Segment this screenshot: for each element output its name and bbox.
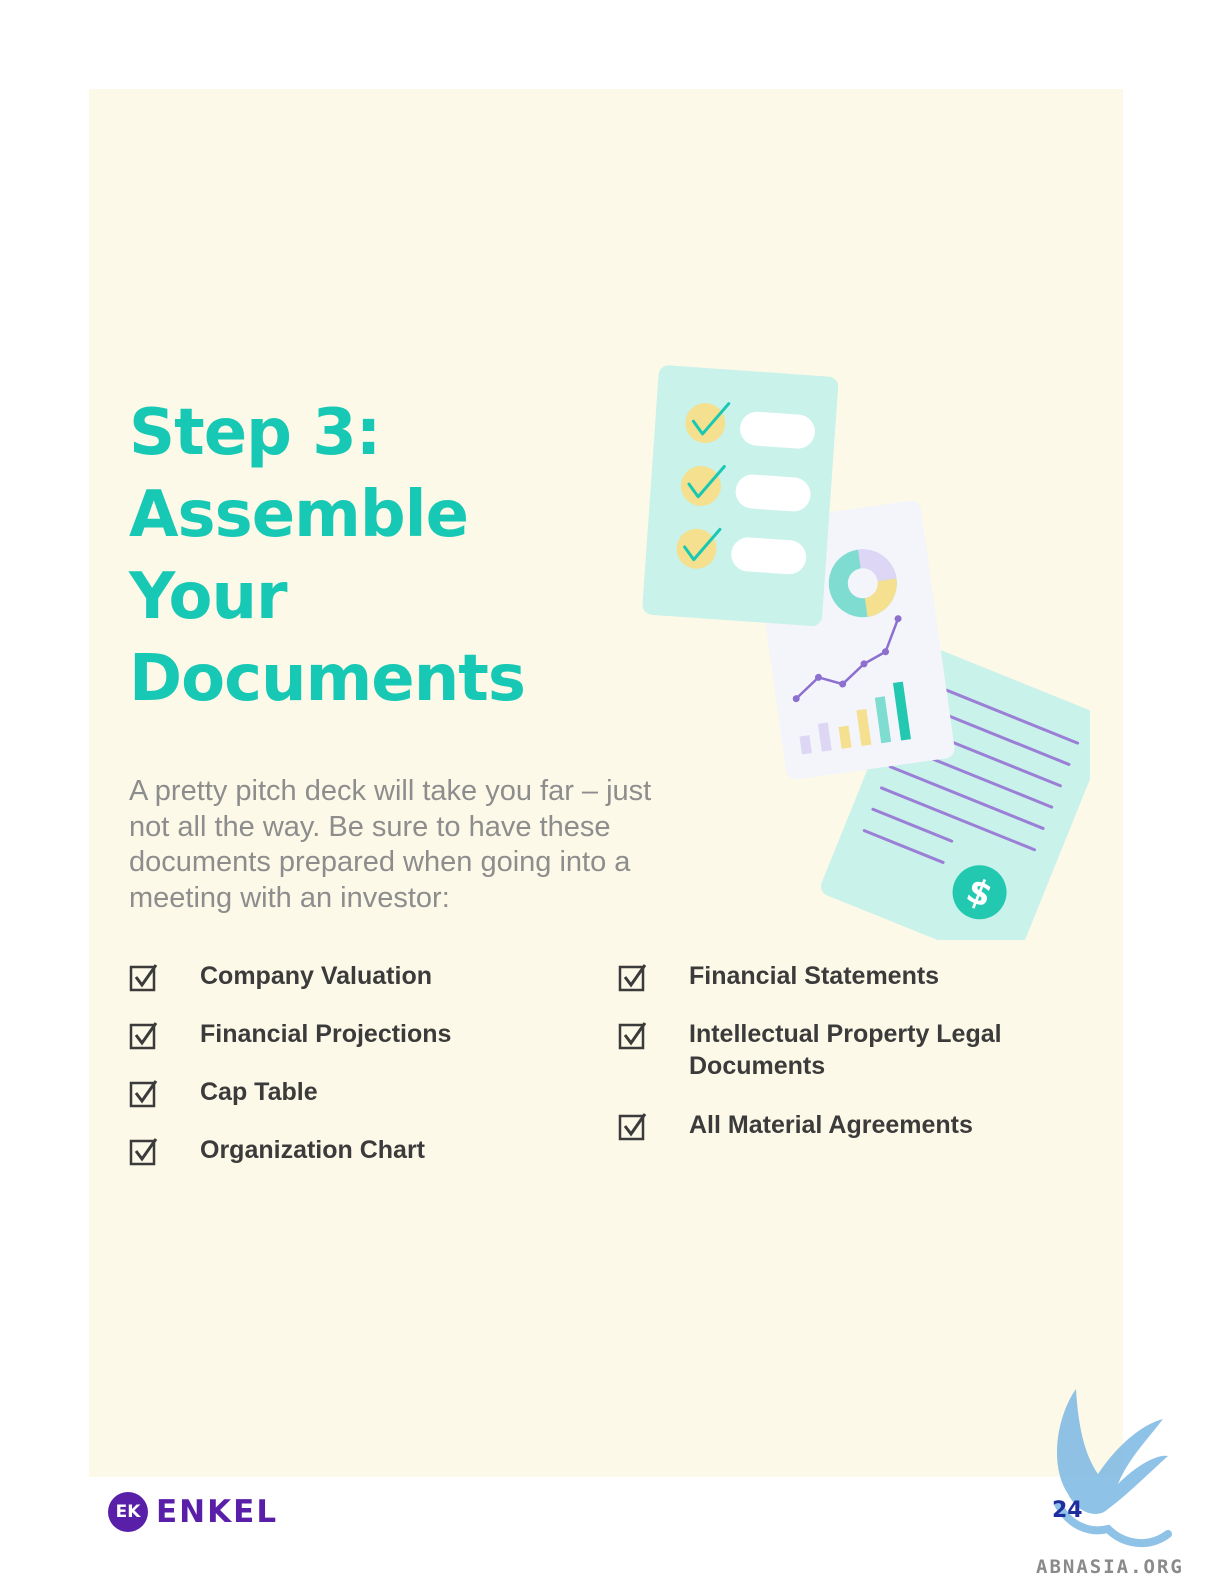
checklist-label: Company Valuation — [200, 962, 432, 990]
checklist-label: Financial Projections — [200, 1020, 452, 1048]
checklist-item: Cap Table — [129, 1076, 569, 1108]
logo-mark: EK — [108, 1492, 148, 1532]
documents-illustration: $ — [642, 365, 1090, 940]
checklist-item: Financial Statements — [618, 960, 1058, 992]
checkbox-checked-icon — [129, 1138, 158, 1166]
checklist-label: Cap Table — [200, 1078, 318, 1106]
checkbox-checked-icon — [129, 1080, 158, 1108]
checkbox-checked-icon — [129, 1022, 158, 1050]
logo-wordmark: ENKEL — [156, 1494, 279, 1530]
enkel-logo: EK ENKEL — [108, 1492, 278, 1532]
intro-paragraph: A pretty pitch deck will take you far – … — [129, 775, 652, 914]
griffin-watermark-icon — [1054, 1389, 1172, 1548]
title-line-2: Assemble — [129, 478, 469, 552]
checklist-label: All Material Agreements — [689, 1111, 973, 1139]
checklist-item: Organization Chart — [129, 1134, 569, 1166]
page-number: 24 — [1052, 1498, 1083, 1523]
checkbox-checked-icon — [618, 964, 647, 992]
title-line-3: Your — [129, 560, 288, 634]
checklist-item: Company Valuation — [129, 960, 569, 992]
checklist-item: Financial Projections — [129, 1018, 569, 1050]
checkbox-checked-icon — [618, 1022, 647, 1050]
page-title: Step 3: Assemble Your Documents — [129, 392, 649, 720]
title-line-4: Documents — [129, 642, 526, 716]
checkbox-checked-icon — [618, 1113, 647, 1141]
checklist-item: All Material Agreements — [618, 1109, 1058, 1141]
checklist-left: Company Valuation Financial Projections … — [129, 960, 569, 1192]
checklist-label: Financial Statements — [689, 962, 940, 990]
checklist-label: Organization Chart — [200, 1136, 426, 1164]
checkbox-checked-icon — [129, 964, 158, 992]
watermark-text: ABNASIA.ORG — [1036, 1556, 1184, 1578]
checklist-item: Intellectual Property Legal Documents — [618, 1018, 1029, 1082]
title-line-1: Step 3: — [129, 396, 381, 470]
checklist-label: Intellectual Property Legal Documents — [689, 1020, 1002, 1080]
checklist-right: Financial Statements Intellectual Proper… — [618, 960, 1058, 1167]
